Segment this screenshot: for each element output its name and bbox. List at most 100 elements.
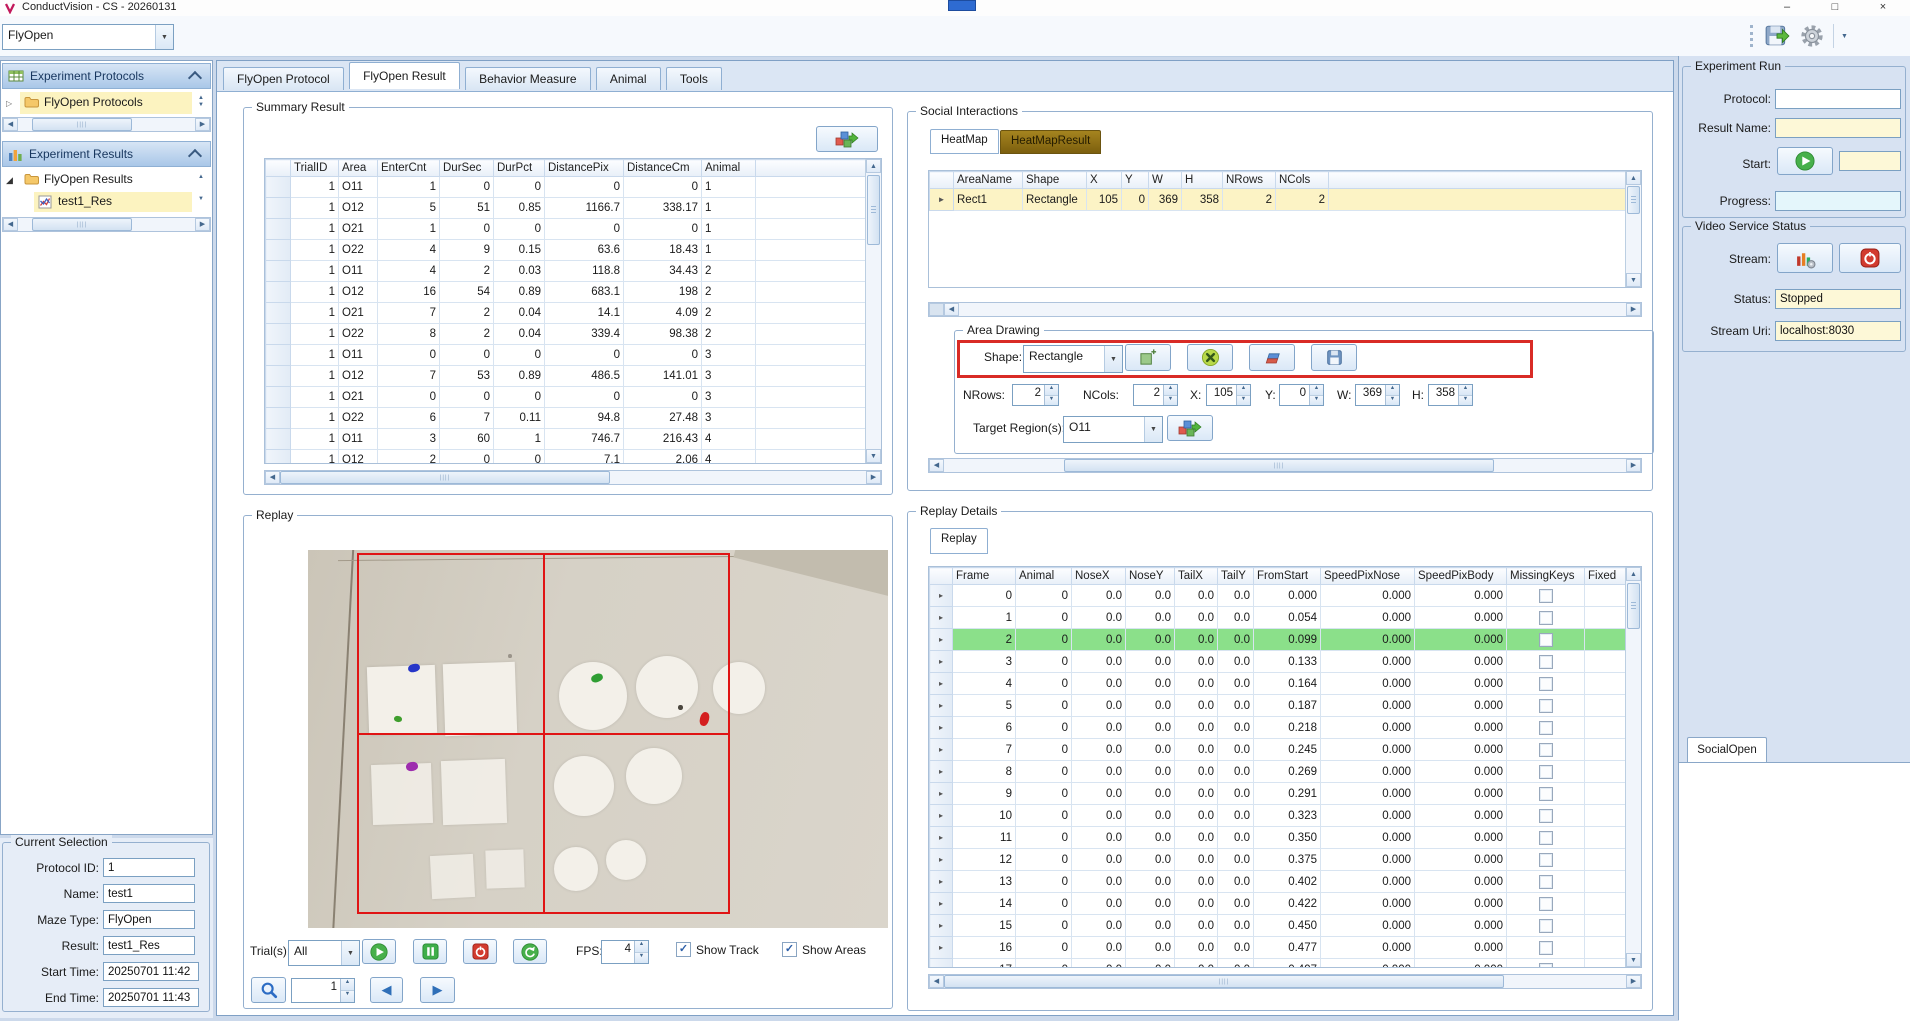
scroll-down-icon[interactable]: ▼ [866,449,881,463]
table-row[interactable]: 1O21720.0414.14.092 [266,303,867,324]
table-row[interactable]: ▸800.00.00.00.00.2690.0000.000 [930,761,1632,783]
missing-keys-checkbox[interactable] [1539,919,1553,933]
scroll-right-icon[interactable]: ▶ [866,471,881,484]
close-button[interactable]: × [1868,0,1898,15]
missing-keys-checkbox[interactable] [1539,941,1553,955]
tree-expander-icon[interactable]: ▷ [6,99,12,108]
table-row[interactable]: ▸1200.00.00.00.00.3750.0000.000 [930,849,1632,871]
row-expander[interactable]: ▸ [930,651,953,673]
scroll-left-icon[interactable]: ◀ [944,303,959,316]
column-header[interactable]: W [1149,172,1182,189]
column-header[interactable]: NoseY [1126,568,1175,585]
missing-keys-checkbox[interactable] [1539,655,1553,669]
maze-type-field[interactable] [103,910,195,929]
column-header[interactable]: Y [1122,172,1149,189]
table-row[interactable]: ▸1100.00.00.00.00.3500.0000.000 [930,827,1632,849]
x-spinner[interactable]: 105 ▲▼ [1206,384,1251,406]
collapse-chevron-icon[interactable] [188,148,202,162]
row-expander[interactable] [266,450,291,465]
chevron-down-icon[interactable]: ▼ [155,25,173,49]
frames-vscrollbar[interactable]: ▲ ▼ [1625,567,1641,967]
replay-stop-button[interactable] [463,939,497,964]
table-row[interactable]: 1O11000003 [266,345,867,366]
column-header[interactable]: SpeedPixBody [1415,568,1507,585]
table-row[interactable]: ▸1400.00.00.00.00.4220.0000.000 [930,893,1632,915]
row-expander[interactable] [266,303,291,324]
column-header[interactable]: FromStart [1254,568,1321,585]
missing-keys-checkbox[interactable] [1539,809,1553,823]
column-header[interactable]: Animal [702,160,756,177]
missing-keys-checkbox[interactable] [1539,853,1553,867]
column-header[interactable]: Frame [953,568,1016,585]
table-row[interactable]: 1O113601746.7216.434 [266,429,867,450]
toolbar-grip[interactable] [1750,25,1756,47]
replay-play-button[interactable] [362,939,396,964]
table-row[interactable]: 1O21000003 [266,387,867,408]
row-expander[interactable]: ▸ [930,739,953,761]
table-row[interactable]: ▸1000.00.00.00.00.3230.0000.000 [930,805,1632,827]
scroll-up-icon[interactable]: ▲ [194,174,208,181]
tab-animal[interactable]: Animal [596,67,661,90]
column-header[interactable]: EnterCnt [378,160,440,177]
column-header[interactable]: NCols [1276,172,1329,189]
column-header[interactable]: NoseX [1072,568,1126,585]
scroll-up-icon[interactable]: ▲ [866,159,881,173]
table-row[interactable]: 1O11420.03118.834.432 [266,261,867,282]
table-row[interactable]: ▸600.00.00.00.00.2180.0000.000 [930,717,1632,739]
tab-socialopen[interactable]: SocialOpen [1687,737,1767,764]
tab-flyopen-protocol[interactable]: FlyOpen Protocol [223,67,344,90]
column-header[interactable]: DistanceCm [624,160,702,177]
frames-hscrollbar[interactable]: ◀ |||| ▶ [928,974,1642,989]
show-areas-checkbox[interactable]: ✓Show Areas [782,942,866,957]
tab-behavior-measure[interactable]: Behavior Measure [465,67,590,90]
sidebar-item-flyopen-protocols[interactable]: ▷ FlyOpen Protocols ▲▼ [2,91,211,115]
maze-type-combobox[interactable]: FlyOpen ▼ [2,24,174,50]
missing-keys-checkbox[interactable] [1539,611,1553,625]
row-expander[interactable]: ► [930,189,954,211]
delete-area-button[interactable] [1187,344,1233,371]
maximize-button[interactable]: □ [1820,0,1850,15]
protocol-id-field[interactable] [103,858,195,877]
row-expander[interactable] [266,261,291,282]
missing-keys-checkbox[interactable] [1539,677,1553,691]
row-expander[interactable]: ▸ [930,783,953,805]
scroll-left-icon[interactable]: ◀ [3,118,18,131]
frame-search-button[interactable] [251,977,286,1003]
column-header[interactable]: Area [339,160,378,177]
chevron-down-icon[interactable]: ▼ [1144,417,1162,442]
missing-keys-checkbox[interactable] [1539,831,1553,845]
areas-hscrollbar[interactable]: ◀ ▶ [928,302,1642,317]
table-row[interactable]: 1O122007.12.064 [266,450,867,465]
spin-down-icon[interactable]: ▼ [635,953,648,964]
table-row[interactable]: ▸500.00.00.00.00.1870.0000.000 [930,695,1632,717]
h-spinner[interactable]: 358 ▲▼ [1428,384,1473,406]
table-row[interactable]: ▸1300.00.00.00.00.4020.0000.000 [930,871,1632,893]
table-row[interactable]: 1O11100001 [266,177,867,198]
column-header[interactable]: TailY [1218,568,1254,585]
row-expander[interactable]: ▸ [930,959,953,969]
frame-prev-button[interactable]: ◀ [370,977,403,1003]
scroll-right-icon[interactable]: ▶ [195,118,210,131]
scroll-left-icon[interactable]: ◀ [929,459,944,472]
column-header[interactable]: TailX [1175,568,1218,585]
name-field[interactable] [103,884,195,903]
scroll-left-icon[interactable]: ◀ [929,975,944,988]
trials-combobox[interactable]: All ▼ [288,940,360,966]
table-row[interactable]: 1O127530.89486.5141.013 [266,366,867,387]
missing-keys-checkbox[interactable] [1539,875,1553,889]
row-expander[interactable] [266,345,291,366]
list-scroll-spinner[interactable]: ▲▼ [194,95,208,109]
run-result-name-field[interactable] [1775,118,1901,138]
tab-flyopen-result[interactable]: FlyOpen Result [349,62,460,89]
table-row[interactable]: ▸200.00.00.00.00.0990.0000.000 [930,629,1632,651]
row-expander[interactable] [266,240,291,261]
result-field[interactable] [103,936,195,955]
missing-keys-checkbox[interactable] [1539,699,1553,713]
row-expander[interactable]: ▸ [930,915,953,937]
row-expander[interactable]: ▸ [930,827,953,849]
scroll-down-icon[interactable]: ▼ [1626,953,1641,967]
collapse-chevron-icon[interactable] [188,70,202,84]
row-expander[interactable] [266,219,291,240]
show-track-checkbox[interactable]: ✓Show Track [676,942,759,957]
w-spinner[interactable]: 369 ▲▼ [1355,384,1400,406]
